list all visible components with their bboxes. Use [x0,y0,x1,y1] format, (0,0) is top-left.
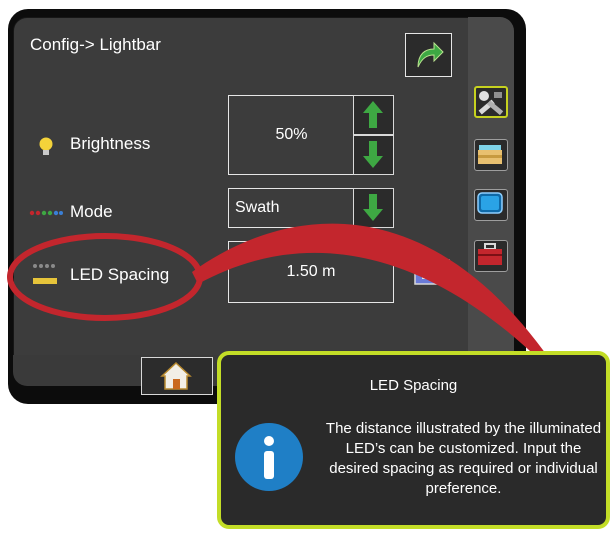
callout-body: The distance illustrated by the illumina… [325,420,602,497]
highlight-oval [7,233,203,321]
info-callout: LED Spacing The distance illustrated by … [217,351,610,529]
callout-title: LED Spacing [369,377,458,394]
info-icon [235,423,303,491]
